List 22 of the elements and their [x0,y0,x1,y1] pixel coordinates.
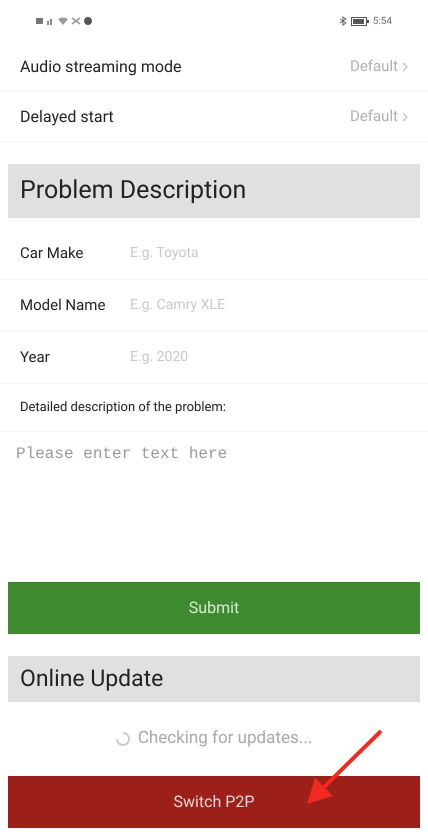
spinner-icon [116,732,130,746]
section-title: Online Update [20,664,164,694]
status-time: 5:54 [372,14,392,28]
section-title: Problem Description [20,175,246,208]
field-label: Car Make [20,243,84,264]
chevron-right-icon [402,62,408,72]
switch-p2p-button[interactable]: Switch P2P [8,776,420,828]
setting-row[interactable]: Delayed start Default [0,92,428,142]
field-label: Year [20,347,51,368]
update-status: Checking for updates... [138,727,312,750]
field-label: Model Name [20,295,106,316]
setting-row[interactable]: Audio streaming mode Default [0,42,428,92]
description-label: Detailed description of the problem: [20,398,226,417]
setting-value: Default [350,56,398,78]
bluetooth-icon [338,16,347,26]
setting-value: Default [350,106,398,128]
status-icons [36,16,94,26]
setting-label: Audio streaming mode [20,56,182,78]
battery-icon [350,16,369,26]
chevron-right-icon [402,112,408,122]
description-field[interactable]: Please enter text here [16,442,412,582]
setting-label: Delayed start [20,106,114,128]
